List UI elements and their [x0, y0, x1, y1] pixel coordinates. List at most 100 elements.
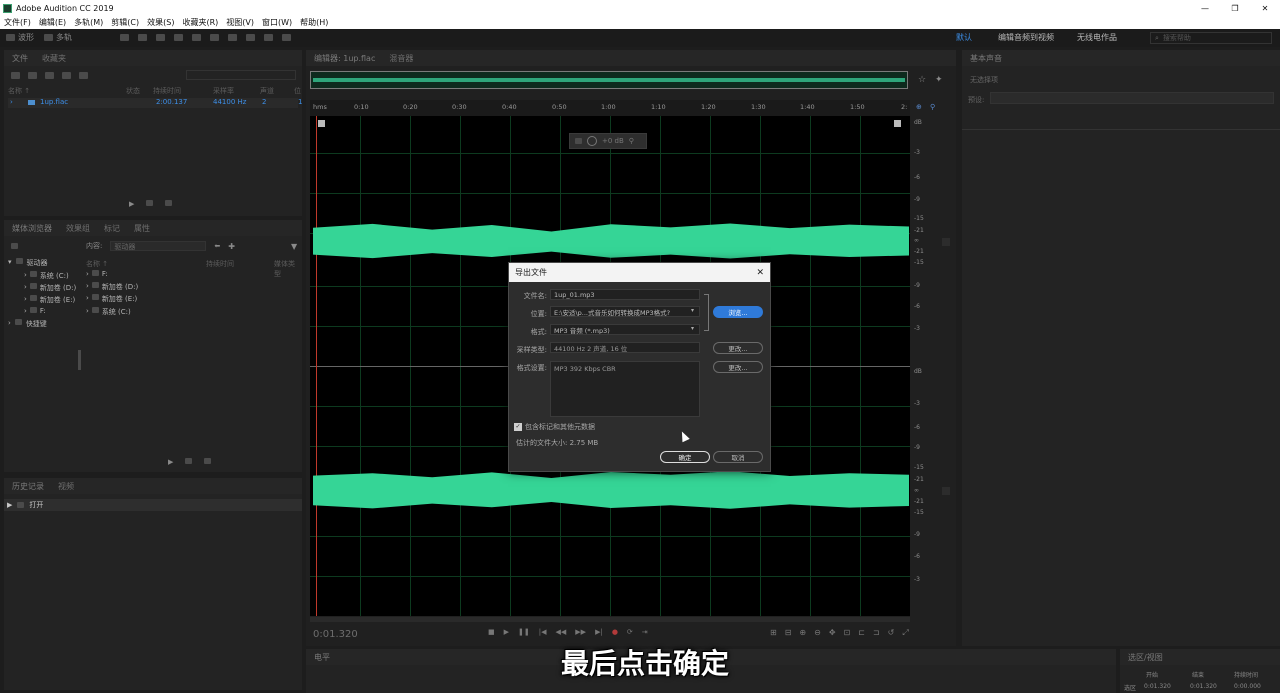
delete-icon[interactable] — [79, 71, 88, 79]
tree-drive-d[interactable]: › 新加卷 (D:) — [24, 283, 76, 293]
zoom-in-time-icon[interactable]: ⊕ — [799, 628, 806, 638]
list-item[interactable]: › 新加卷 (D:) — [86, 282, 138, 292]
zoom-selection-icon[interactable]: ⊡ — [844, 628, 851, 638]
menu-view[interactable]: 视图(V) — [226, 17, 254, 28]
change-sample-button[interactable]: 更改... — [713, 342, 763, 354]
go-to-end-icon[interactable]: ▶| — [595, 628, 603, 636]
tree-drive-c[interactable]: › 系统 (C:) — [24, 271, 69, 281]
menu-help[interactable]: 帮助(H) — [300, 17, 328, 28]
minimize-button[interactable]: — — [1190, 4, 1220, 13]
tab-history[interactable]: 历史记录 — [12, 481, 44, 492]
tree-drive-f[interactable]: › F: — [24, 307, 46, 315]
zoom-in-amplitude-icon[interactable]: ⊞ — [770, 628, 777, 638]
close-button[interactable]: ✕ — [1250, 4, 1280, 13]
list-item[interactable]: › 系统 (C:) — [86, 307, 131, 317]
spectral-display-icon[interactable] — [120, 34, 129, 41]
channel-r-icon[interactable] — [942, 487, 950, 495]
loop-icon[interactable] — [146, 200, 154, 206]
fast-forward-icon[interactable]: ▶▶ — [575, 628, 586, 636]
zoom-out-point-icon[interactable]: ⊐ — [873, 628, 880, 638]
pin-icon[interactable]: ⚲ — [930, 103, 935, 111]
autoplay-icon[interactable] — [165, 200, 173, 206]
move-tool-icon[interactable] — [156, 34, 165, 41]
tab-effects-rack[interactable]: 效果组 — [66, 223, 90, 234]
record-icon[interactable]: ● — [612, 628, 618, 636]
zoom-out-time-icon[interactable]: ⊖ — [814, 628, 821, 638]
tab-markers[interactable]: 标记 — [104, 223, 120, 234]
settings-icon[interactable]: ✦ — [935, 75, 943, 85]
location-dropdown-icon[interactable]: ▾ — [691, 307, 694, 314]
content-select[interactable]: 驱动器 — [110, 241, 207, 251]
selection-view-title[interactable]: 选区/视图 — [1128, 652, 1163, 663]
zoom-reset-icon[interactable]: ↺ — [888, 628, 895, 638]
list-item[interactable]: › F: — [86, 270, 108, 278]
format-select[interactable]: MP3 音频 (*.mp3) — [550, 324, 700, 335]
stop-icon[interactable]: ■ — [488, 628, 495, 636]
pitch-display-icon[interactable] — [138, 34, 147, 41]
tab-favorites[interactable]: 收藏夹 — [42, 53, 66, 64]
play-icon[interactable]: ▶ — [504, 628, 509, 636]
play-icon[interactable]: ▶ — [129, 200, 134, 208]
tab-video[interactable]: 视频 — [58, 481, 74, 492]
playhead[interactable] — [316, 116, 317, 616]
back-arrow-icon[interactable]: ⬅ — [214, 242, 220, 250]
corner-handle-icon[interactable] — [318, 120, 325, 127]
selection-end[interactable]: 0:01.320 — [1190, 683, 1217, 690]
zoom-out-amplitude-icon[interactable]: ⊟ — [785, 628, 792, 638]
time-selection-icon[interactable] — [210, 34, 219, 41]
zoom-toggle-icon[interactable]: ☆ — [918, 75, 926, 85]
filter-icon[interactable]: ▼ — [291, 242, 297, 251]
browse-button[interactable]: 浏览... — [713, 306, 763, 318]
zoom-in-icon[interactable]: ⊕ — [916, 103, 922, 111]
tab-files[interactable]: 文件 — [12, 53, 28, 64]
import-icon[interactable] — [28, 71, 37, 79]
search-help-field[interactable]: ⌕ 搜索帮助 — [1150, 32, 1272, 44]
tree-scrollbar[interactable] — [78, 350, 81, 370]
files-search-field[interactable] — [186, 70, 296, 80]
pin-icon[interactable]: ⚲ — [629, 137, 634, 145]
horizontal-scrollbar[interactable] — [310, 617, 910, 622]
loop-icon[interactable]: ⟳ — [627, 628, 633, 636]
file-row[interactable]: › 1up.flac 2:00.137 44100 Hz 2 1 — [8, 98, 302, 108]
skip-icon[interactable]: ⇥ — [642, 628, 648, 636]
drive-icon[interactable] — [11, 243, 18, 249]
workspace-radio[interactable]: 无线电作品 — [1077, 32, 1117, 43]
location-select[interactable]: E:\安适\p...式音乐如何转换成MP3格式? — [550, 306, 700, 317]
selection-duration[interactable]: 0:00.000 — [1234, 683, 1261, 690]
selection-start[interactable]: 0:01.320 — [1144, 683, 1171, 690]
menu-window[interactable]: 窗口(W) — [262, 17, 292, 28]
format-dropdown-icon[interactable]: ▾ — [691, 325, 694, 332]
razor-tool-icon[interactable] — [174, 34, 183, 41]
dialog-close-button[interactable]: ✕ — [756, 268, 770, 278]
include-markers-checkbox[interactable]: ✓ 包含标记和其他元数据 — [514, 422, 595, 432]
menu-favorites[interactable]: 收藏夹(R) — [182, 17, 218, 28]
spot-healing-icon[interactable] — [282, 34, 291, 41]
tree-shortcuts[interactable]: › 快捷键 — [8, 319, 47, 329]
new-file-icon[interactable] — [45, 71, 54, 79]
insert-icon[interactable] — [62, 71, 71, 79]
menu-file[interactable]: 文件(F) — [4, 17, 31, 28]
marquee-tool-icon[interactable] — [228, 34, 237, 41]
tab-editor[interactable]: 编辑器: 1up.flac — [314, 53, 375, 64]
pause-icon[interactable]: ❚❚ — [518, 628, 530, 636]
multitrack-view-button[interactable]: 多轨 — [44, 32, 72, 43]
essential-sound-title[interactable]: 基本声音 — [970, 53, 1002, 64]
ok-button[interactable]: 确定 — [660, 451, 710, 463]
tree-drive-e[interactable]: › 新加卷 (E:) — [24, 295, 75, 305]
corner-handle-icon[interactable] — [894, 120, 901, 127]
loop-icon[interactable] — [185, 458, 193, 464]
folder-open-icon[interactable] — [11, 71, 20, 79]
cancel-button[interactable]: 取消 — [713, 451, 763, 463]
workspace-video[interactable]: 编辑音频到视频 — [998, 32, 1054, 43]
zoom-full-icon[interactable]: ✥ — [829, 628, 836, 638]
brush-tool-icon[interactable] — [264, 34, 273, 41]
waveform-view-button[interactable]: 波形 — [6, 32, 34, 43]
list-item[interactable]: › 新加卷 (E:) — [86, 294, 137, 304]
levels-title[interactable]: 电平 — [314, 652, 330, 663]
rewind-icon[interactable]: ◀◀ — [556, 628, 567, 636]
change-format-settings-button[interactable]: 更改... — [713, 361, 763, 373]
menu-clip[interactable]: 剪辑(C) — [111, 17, 139, 28]
play-icon[interactable]: ▶ — [168, 458, 173, 466]
go-to-start-icon[interactable]: |◀ — [539, 628, 547, 636]
tab-mixer[interactable]: 混音器 — [389, 53, 413, 64]
